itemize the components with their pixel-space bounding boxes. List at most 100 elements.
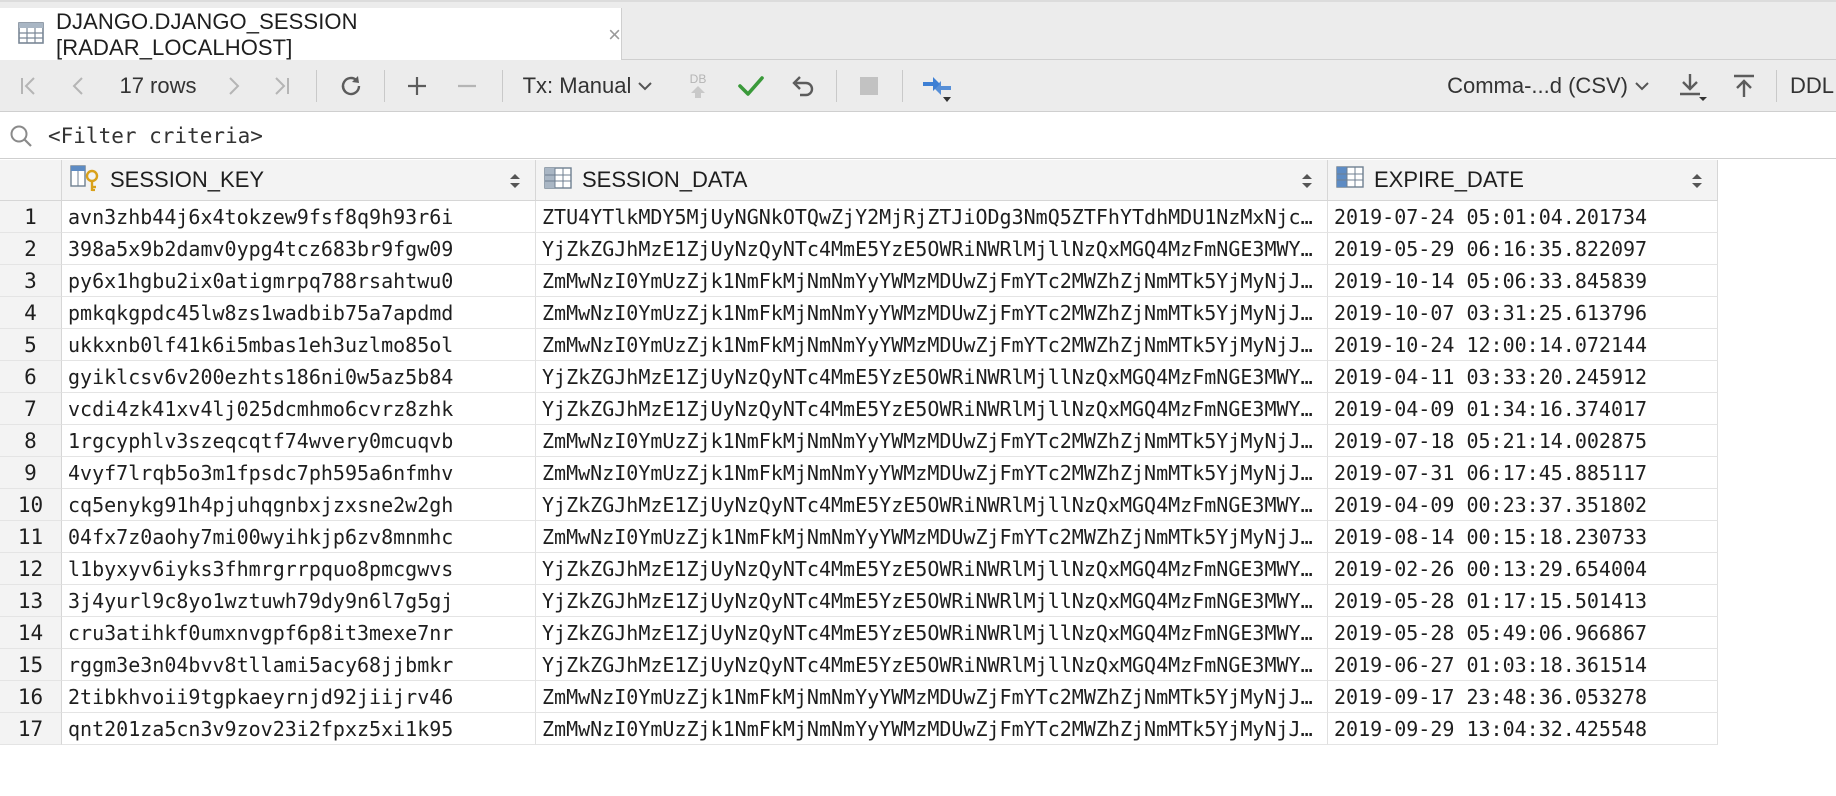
row-number[interactable]: 9 — [0, 457, 62, 489]
sort-toggle-icon[interactable] — [509, 173, 521, 194]
last-page-button[interactable] — [266, 60, 296, 112]
row-number[interactable]: 6 — [0, 361, 62, 393]
column-header-expire-date[interactable]: EXPIRE_DATE — [1328, 160, 1718, 201]
session-data-cell[interactable]: ZmMwNzI0YmUzZjk1NmFkMjNmNmYyYWMzMDUwZjFm… — [536, 681, 1328, 713]
session-data-cell[interactable]: ZmMwNzI0YmUzZjk1NmFkMjNmNmYyYWMzMDUwZjFm… — [536, 329, 1328, 361]
delete-row-button[interactable] — [452, 60, 482, 112]
session-data-cell[interactable]: YjZkZGJhMzE1ZjUyNzQyNTc4MmE5YzE5OWRiNWRl… — [536, 649, 1328, 681]
session-key-cell[interactable]: avn3zhb44j6x4tokzew9fsf8q9h93r6i — [62, 201, 536, 233]
table-row[interactable]: 4 pmkqkgpdc45lw8zs1wadbib75a7apdmd ZmMwN… — [0, 297, 1718, 329]
table-row[interactable]: 8 1rgcyphlv3szeqcqtf74wvery0mcuqvb ZmMwN… — [0, 425, 1718, 457]
session-data-cell[interactable]: YjZkZGJhMzE1ZjUyNzQyNTc4MmE5YzE5OWRiNWRl… — [536, 361, 1328, 393]
row-number[interactable]: 17 — [0, 713, 62, 745]
table-row[interactable]: 12 l1byxyv6iyks3fhmrgrrpquo8pmcgwvs YjZk… — [0, 553, 1718, 585]
table-row[interactable]: 9 4vyf7lrqb5o3m1fpsdc7ph595a6nfmhv ZmMwN… — [0, 457, 1718, 489]
previous-page-button[interactable] — [64, 60, 94, 112]
sort-toggle-icon[interactable] — [1301, 173, 1313, 194]
row-number[interactable]: 4 — [0, 297, 62, 329]
submit-to-db-button[interactable]: DB — [680, 60, 716, 112]
session-key-cell[interactable]: vcdi4zk41xv4lj025dcmhmo6cvrz8zhk — [62, 393, 536, 425]
table-row[interactable]: 15 rggm3e3n04bvv8tllami5acy68jjbmkr YjZk… — [0, 649, 1718, 681]
row-number[interactable]: 12 — [0, 553, 62, 585]
table-row[interactable]: 17 qnt201za5cn3v9zov23i2fpxz5xi1k95 ZmMw… — [0, 713, 1718, 745]
table-row[interactable]: 6 gyiklcsv6v200ezhts186ni0w5az5b84 YjZkZ… — [0, 361, 1718, 393]
column-header-session-data[interactable]: SESSION_DATA — [536, 160, 1328, 201]
expire-date-cell[interactable]: 2019-07-18 05:21:14.002875 — [1328, 425, 1718, 457]
table-row[interactable]: 10 cq5enykg91h4pjuhqgnbxjzxsne2w2gh YjZk… — [0, 489, 1718, 521]
session-key-cell[interactable]: pmkqkgpdc45lw8zs1wadbib75a7apdmd — [62, 297, 536, 329]
table-row[interactable]: 1 avn3zhb44j6x4tokzew9fsf8q9h93r6i ZTU4Y… — [0, 201, 1718, 233]
session-data-cell[interactable]: ZTU4YTlkMDY5MjUyNGNkOTQwZjY2MjRjZTJiODg3… — [536, 201, 1328, 233]
session-data-cell[interactable]: YjZkZGJhMzE1ZjUyNzQyNTc4MmE5YzE5OWRiNWRl… — [536, 617, 1328, 649]
next-page-button[interactable] — [218, 60, 248, 112]
session-key-cell[interactable]: py6x1hgbu2ix0atigmrpq788rsahtwu0 — [62, 265, 536, 297]
commit-button[interactable] — [734, 60, 768, 112]
session-data-cell[interactable]: ZmMwNzI0YmUzZjk1NmFkMjNmNmYyYWMzMDUwZjFm… — [536, 521, 1328, 553]
row-number[interactable]: 8 — [0, 425, 62, 457]
transaction-mode-dropdown[interactable]: Tx: Manual — [516, 60, 660, 112]
table-editor-tab[interactable]: DJANGO.DJANGO_SESSION [RADAR_LOCALHOST] … — [0, 8, 622, 62]
sort-toggle-icon[interactable] — [1691, 173, 1703, 194]
cancel-running-button[interactable] — [852, 60, 886, 112]
ddl-button[interactable]: DDL — [1790, 60, 1836, 112]
row-count-selector[interactable]: 17 rows — [104, 60, 212, 112]
session-key-cell[interactable]: 2tibkhvoii9tgpkaeyrnjd92jiijrv46 — [62, 681, 536, 713]
expire-date-cell[interactable]: 2019-04-11 03:33:20.245912 — [1328, 361, 1718, 393]
rollback-button[interactable] — [786, 60, 820, 112]
session-data-cell[interactable]: ZmMwNzI0YmUzZjk1NmFkMjNmNmYyYWMzMDUwZjFm… — [536, 265, 1328, 297]
expire-date-cell[interactable]: 2019-08-14 00:15:18.230733 — [1328, 521, 1718, 553]
session-data-cell[interactable]: ZmMwNzI0YmUzZjk1NmFkMjNmNmYyYWMzMDUwZjFm… — [536, 457, 1328, 489]
close-tab-icon[interactable]: × — [608, 24, 621, 46]
row-number[interactable]: 2 — [0, 233, 62, 265]
session-data-cell[interactable]: YjZkZGJhMzE1ZjUyNzQyNTc4MmE5YzE5OWRiNWRl… — [536, 489, 1328, 521]
table-row[interactable]: 3 py6x1hgbu2ix0atigmrpq788rsahtwu0 ZmMwN… — [0, 265, 1718, 297]
table-row[interactable]: 5 ukkxnb0lf41k6i5mbas1eh3uzlmo85ol ZmMwN… — [0, 329, 1718, 361]
expire-date-cell[interactable]: 2019-04-09 00:23:37.351802 — [1328, 489, 1718, 521]
session-data-cell[interactable]: YjZkZGJhMzE1ZjUyNzQyNTc4MmE5YzE5OWRiNWRl… — [536, 233, 1328, 265]
session-key-cell[interactable]: l1byxyv6iyks3fhmrgrrpquo8pmcgwvs — [62, 553, 536, 585]
table-row[interactable]: 2 398a5x9b2damv0ypg4tcz683br9fgw09 YjZkZ… — [0, 233, 1718, 265]
row-number[interactable]: 15 — [0, 649, 62, 681]
table-row[interactable]: 7 vcdi4zk41xv4lj025dcmhmo6cvrz8zhk YjZkZ… — [0, 393, 1718, 425]
compare-button[interactable] — [916, 60, 960, 112]
row-number[interactable]: 3 — [0, 265, 62, 297]
expire-date-cell[interactable]: 2019-05-28 05:49:06.966867 — [1328, 617, 1718, 649]
table-row[interactable]: 14 cru3atihkf0umxnvgpf6p8it3mexe7nr YjZk… — [0, 617, 1718, 649]
first-page-button[interactable] — [14, 60, 44, 112]
expire-date-cell[interactable]: 2019-05-29 06:16:35.822097 — [1328, 233, 1718, 265]
table-row[interactable]: 16 2tibkhvoii9tgpkaeyrnjd92jiijrv46 ZmMw… — [0, 681, 1718, 713]
expire-date-cell[interactable]: 2019-06-27 01:03:18.361514 — [1328, 649, 1718, 681]
session-key-cell[interactable]: 3j4yurl9c8yo1wztuwh79dy9n6l7g5gj — [62, 585, 536, 617]
table-row[interactable]: 11 04fx7z0aohy7mi00wyihkjp6zv8mnmhc ZmMw… — [0, 521, 1718, 553]
session-key-cell[interactable]: cru3atihkf0umxnvgpf6p8it3mexe7nr — [62, 617, 536, 649]
row-number[interactable]: 16 — [0, 681, 62, 713]
expire-date-cell[interactable]: 2019-05-28 01:17:15.501413 — [1328, 585, 1718, 617]
expire-date-cell[interactable]: 2019-10-24 12:00:14.072144 — [1328, 329, 1718, 361]
export-format-dropdown[interactable]: Comma-...d (CSV) — [1432, 60, 1650, 112]
session-key-cell[interactable]: gyiklcsv6v200ezhts186ni0w5az5b84 — [62, 361, 536, 393]
session-data-cell[interactable]: ZmMwNzI0YmUzZjk1NmFkMjNmNmYyYWMzMDUwZjFm… — [536, 713, 1328, 745]
expire-date-cell[interactable]: 2019-02-26 00:13:29.654004 — [1328, 553, 1718, 585]
row-number[interactable]: 1 — [0, 201, 62, 233]
session-key-cell[interactable]: 1rgcyphlv3szeqcqtf74wvery0mcuqvb — [62, 425, 536, 457]
export-button[interactable] — [1674, 60, 1710, 112]
add-row-button[interactable] — [402, 60, 432, 112]
row-number[interactable]: 10 — [0, 489, 62, 521]
column-header-session-key[interactable]: SESSION_KEY — [62, 160, 536, 201]
expire-date-cell[interactable]: 2019-10-14 05:06:33.845839 — [1328, 265, 1718, 297]
session-key-cell[interactable]: 4vyf7lrqb5o3m1fpsdc7ph595a6nfmhv — [62, 457, 536, 489]
expire-date-cell[interactable]: 2019-07-31 06:17:45.885117 — [1328, 457, 1718, 489]
expire-date-cell[interactable]: 2019-09-17 23:48:36.053278 — [1328, 681, 1718, 713]
table-row[interactable]: 13 3j4yurl9c8yo1wztuwh79dy9n6l7g5gj YjZk… — [0, 585, 1718, 617]
session-key-cell[interactable]: 04fx7z0aohy7mi00wyihkjp6zv8mnmhc — [62, 521, 536, 553]
session-data-cell[interactable]: YjZkZGJhMzE1ZjUyNzQyNTc4MmE5YzE5OWRiNWRl… — [536, 585, 1328, 617]
session-key-cell[interactable]: cq5enykg91h4pjuhqgnbxjzxsne2w2gh — [62, 489, 536, 521]
session-data-cell[interactable]: YjZkZGJhMzE1ZjUyNzQyNTc4MmE5YzE5OWRiNWRl… — [536, 393, 1328, 425]
session-data-cell[interactable]: ZmMwNzI0YmUzZjk1NmFkMjNmNmYyYWMzMDUwZjFm… — [536, 425, 1328, 457]
session-key-cell[interactable]: qnt201za5cn3v9zov23i2fpxz5xi1k95 — [62, 713, 536, 745]
row-number[interactable]: 5 — [0, 329, 62, 361]
row-number[interactable]: 13 — [0, 585, 62, 617]
expire-date-cell[interactable]: 2019-10-07 03:31:25.613796 — [1328, 297, 1718, 329]
row-number[interactable]: 11 — [0, 521, 62, 553]
expire-date-cell[interactable]: 2019-04-09 01:34:16.374017 — [1328, 393, 1718, 425]
